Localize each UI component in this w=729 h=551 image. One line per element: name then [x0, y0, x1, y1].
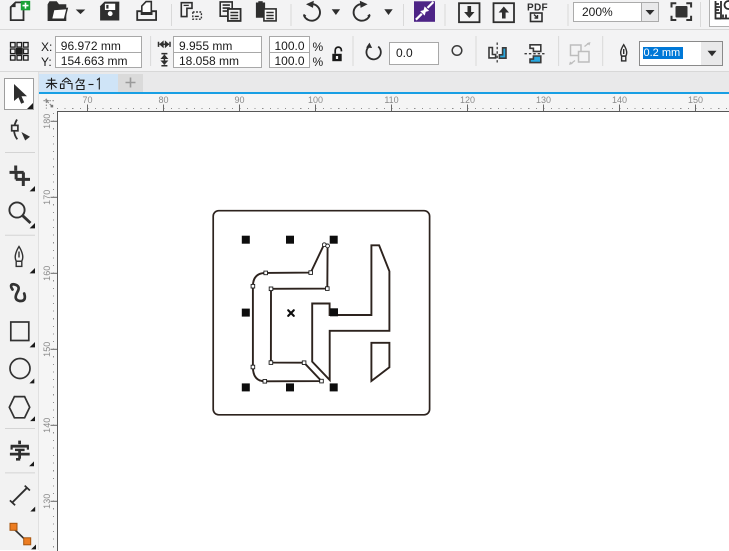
svg-text:120: 120	[460, 95, 475, 105]
svg-text:80: 80	[158, 95, 168, 105]
svg-text:130: 130	[536, 95, 551, 105]
svg-text:90: 90	[234, 95, 244, 105]
svg-text:140: 140	[612, 95, 627, 105]
svg-text:70: 70	[82, 95, 92, 105]
svg-text:150: 150	[688, 95, 703, 105]
svg-text:100: 100	[308, 95, 323, 105]
svg-text:PDF: PDF	[527, 3, 548, 14]
svg-text:110: 110	[384, 95, 398, 105]
